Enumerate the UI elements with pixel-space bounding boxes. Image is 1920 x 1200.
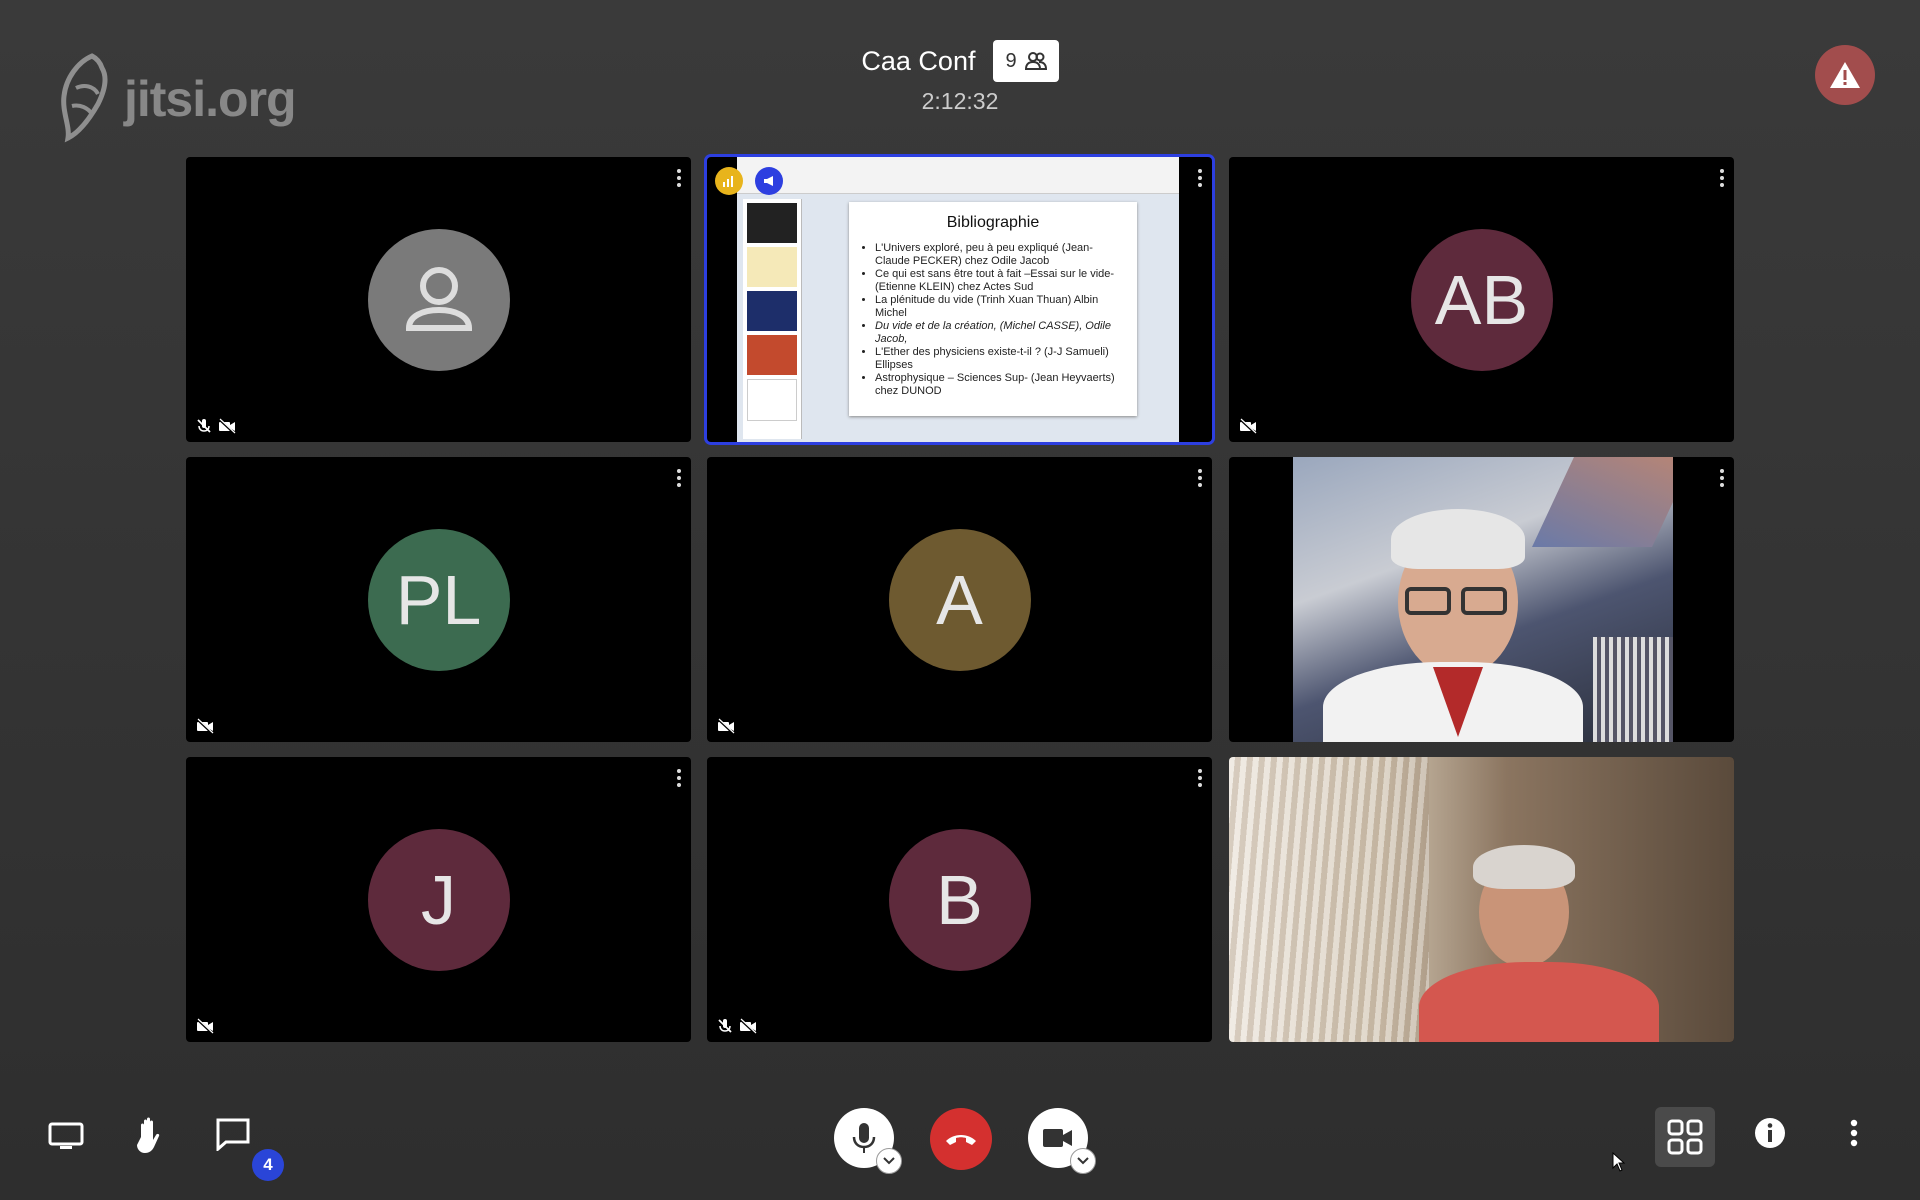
bottom-toolbar — [0, 1098, 1920, 1178]
tile-status — [1239, 418, 1257, 434]
camera-muted-icon — [739, 1018, 757, 1034]
camera-muted-icon — [196, 1018, 214, 1034]
tile-menu-icon[interactable] — [677, 169, 681, 190]
meeting-header: Caa Conf 9 2:12:32 — [0, 40, 1920, 115]
chevron-down-icon — [883, 1157, 895, 1165]
audio-level-icon — [723, 176, 733, 187]
shared-screen: Bibliographie L'Univers exploré, peu à p… — [737, 157, 1179, 442]
tile-menu-icon[interactable] — [1198, 169, 1202, 190]
tile-status — [717, 718, 735, 734]
camera-icon — [1043, 1129, 1072, 1147]
hangup-icon — [946, 1135, 976, 1145]
slide-canvas: Bibliographie L'Univers exploré, peu à p… — [849, 202, 1137, 416]
participant-tile[interactable]: AB — [1229, 157, 1734, 442]
tile-menu-icon[interactable] — [1198, 469, 1202, 490]
camera-muted-icon — [218, 418, 236, 434]
microphone-button[interactable] — [834, 1108, 902, 1174]
participant-video-tile[interactable] — [1229, 457, 1734, 742]
audio-level-indicator — [715, 167, 743, 195]
meeting-title: Caa Conf — [861, 45, 976, 76]
slide-bullet: Ce qui est sans être tout à fait –Essai … — [875, 268, 1125, 294]
user-icon — [405, 266, 472, 331]
warning-button[interactable] — [1815, 45, 1875, 105]
participant-video-tile[interactable] — [1229, 757, 1734, 1042]
participant-count: 9 — [1005, 49, 1017, 72]
mic-muted-icon — [718, 1019, 732, 1033]
slide-bullet-list: L'Univers exploré, peu à peu expliqué (J… — [861, 242, 1125, 398]
megaphone-icon — [764, 176, 773, 186]
camera-options-button[interactable] — [1070, 1148, 1096, 1174]
participant-tile[interactable]: A — [707, 457, 1212, 742]
slide-bullet: La plénitude du vide (Trinh Xuan Thuan) … — [875, 294, 1125, 320]
default-avatar — [367, 228, 510, 371]
avatar: A — [888, 528, 1031, 671]
more-icon — [1850, 1119, 1858, 1147]
camera-muted-icon — [717, 718, 735, 734]
tile-menu-icon[interactable] — [1198, 769, 1202, 790]
chat-button[interactable] — [213, 1114, 253, 1154]
slide-bullet: Astrophysique – Sciences Sup- (Jean Heyv… — [875, 372, 1125, 398]
chat-icon — [216, 1118, 250, 1151]
avatar: AB — [1410, 228, 1553, 371]
video-grid: Bibliographie L'Univers exploré, peu à p… — [186, 157, 1734, 1043]
microphone-icon — [852, 1123, 876, 1153]
participant-tile[interactable]: PL — [186, 457, 691, 742]
info-button[interactable] — [1753, 1116, 1787, 1150]
app-ribbon — [737, 157, 1179, 194]
meeting-timer: 2:12:32 — [921, 88, 999, 114]
slide-bullet: Du vide et de la création, (Michel CASSE… — [875, 320, 1125, 346]
more-options-button[interactable] — [1844, 1116, 1864, 1150]
avatar: B — [888, 828, 1031, 971]
camera-muted-icon — [196, 718, 214, 734]
desktop-icon — [48, 1122, 84, 1149]
dominant-speaker-indicator — [755, 167, 783, 195]
hangup-button[interactable] — [930, 1108, 992, 1170]
warning-icon — [1830, 62, 1860, 88]
raise-hand-icon — [137, 1117, 160, 1153]
video-feed — [1229, 757, 1734, 1042]
slide-thumbnails — [743, 199, 802, 439]
share-screen-button[interactable] — [46, 1116, 86, 1156]
tile-menu-icon[interactable] — [1720, 169, 1724, 190]
avatar: PL — [367, 528, 510, 671]
tile-view-button[interactable] — [1655, 1107, 1715, 1167]
tile-view-icon — [1667, 1119, 1703, 1155]
tile-status — [717, 1018, 757, 1034]
tile-status — [196, 418, 236, 434]
tile-menu-icon[interactable] — [677, 769, 681, 790]
chat-unread-badge: 4 — [252, 1149, 284, 1181]
slide-bullet: L'Ether des physiciens existe-t-il ? (J-… — [875, 346, 1125, 372]
participant-tile[interactable] — [186, 157, 691, 442]
mouse-cursor-icon — [1612, 1152, 1626, 1172]
participants-icon — [1024, 52, 1047, 70]
tile-menu-icon[interactable] — [677, 469, 681, 490]
info-icon — [1755, 1118, 1785, 1148]
camera-button[interactable] — [1028, 1108, 1096, 1174]
video-feed — [1293, 457, 1673, 742]
slide-title: Bibliographie — [946, 214, 1040, 231]
tile-status — [196, 1018, 214, 1034]
participant-tile[interactable]: B — [707, 757, 1212, 1042]
mic-muted-icon — [197, 419, 211, 433]
participant-count-button[interactable]: 9 — [993, 40, 1059, 82]
chevron-down-icon — [1077, 1157, 1089, 1165]
avatar: J — [367, 828, 510, 971]
screenshare-tile[interactable]: Bibliographie L'Univers exploré, peu à p… — [707, 157, 1212, 442]
slide-bullet: L'Univers exploré, peu à peu expliqué (J… — [875, 242, 1125, 268]
tile-status — [196, 718, 214, 734]
participant-tile[interactable]: J — [186, 757, 691, 1042]
tile-menu-icon[interactable] — [1720, 469, 1724, 490]
mic-options-button[interactable] — [876, 1148, 902, 1174]
camera-muted-icon — [1239, 418, 1257, 434]
raise-hand-button[interactable] — [131, 1113, 171, 1157]
